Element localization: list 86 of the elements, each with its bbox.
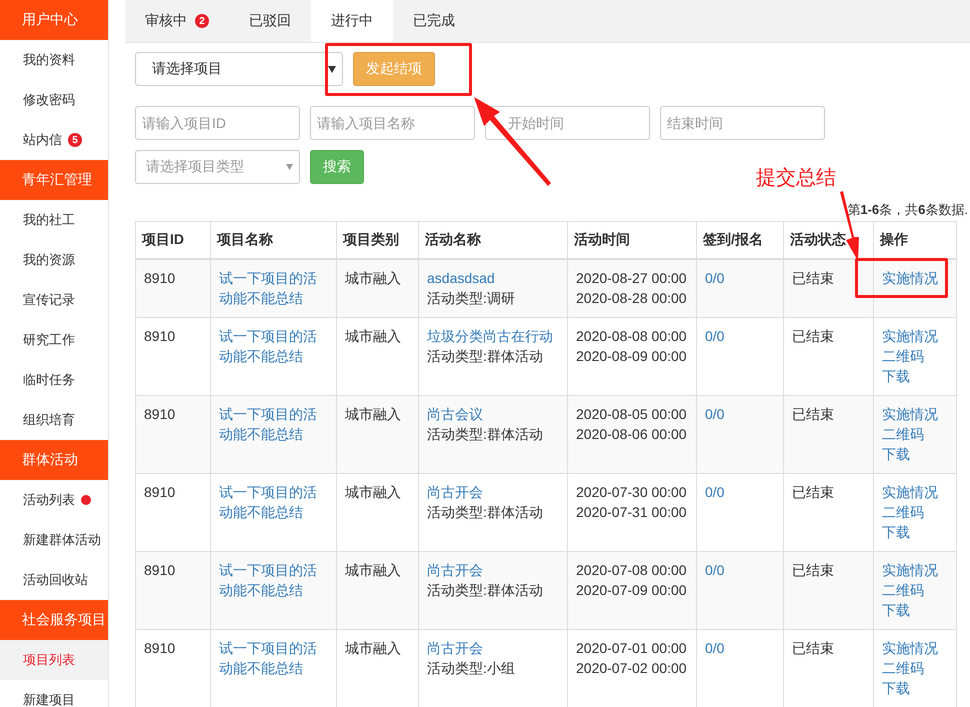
action-link[interactable]: 下载 (882, 444, 910, 464)
action-link[interactable]: 下载 (882, 600, 910, 620)
activity-link[interactable]: 尚古开会 (427, 560, 483, 580)
table-cell-text: 2020-07-31 00:00 (576, 503, 688, 522)
activity-link[interactable]: 尚古开会 (427, 638, 483, 658)
table-cell-text: 2020-08-05 00:00 (576, 405, 688, 424)
table-cell-text: 2020-08-27 00:00 (576, 269, 688, 288)
tab[interactable]: 审核中 2 (125, 0, 229, 42)
project-select[interactable]: 请选择项目 (135, 52, 343, 86)
action-link[interactable]: 二维码 (882, 658, 924, 678)
table-cell-text: 2020-08-09 00:00 (576, 347, 688, 366)
table-cell-text: 城市融入 (345, 405, 402, 424)
action-link[interactable]: 下载 (882, 366, 910, 386)
activity-link[interactable]: 尚古开会 (427, 482, 483, 502)
signup-link[interactable]: 0/0 (705, 638, 724, 658)
table-cell-text: 已结束 (792, 639, 835, 658)
project-type-select[interactable]: 请选择项目类型 (135, 150, 300, 184)
activity-link[interactable]: asdasdsad (427, 268, 495, 288)
table-cell-text: 已结束 (792, 269, 835, 288)
action-link[interactable]: 实施情况 (882, 638, 938, 658)
caret-icon (328, 66, 336, 73)
table-cell-text: 8910 (144, 561, 176, 580)
table-cell-text: 活动类型:群体活动 (427, 581, 544, 600)
search-button[interactable]: 搜索 (310, 150, 364, 184)
table-cell-text: 已结束 (792, 483, 835, 502)
table-cell-text: 城市融入 (345, 561, 402, 580)
table-cell-text: 8910 (144, 639, 176, 658)
sidebar-section-header: 社会服务项目 (0, 600, 108, 640)
table-cell-text: 城市融入 (345, 269, 402, 288)
activity-link[interactable]: 垃圾分类尚古在行动 (427, 326, 553, 346)
table-cell-text: 2020-07-30 00:00 (576, 483, 688, 502)
table-cell-text: 2020-08-06 00:00 (576, 425, 688, 444)
signup-link[interactable]: 0/0 (705, 560, 724, 580)
table-cell-text: 城市融入 (345, 483, 402, 502)
tab[interactable]: 已完成 (393, 0, 475, 42)
table-cell-text: 已结束 (792, 405, 835, 424)
project-name-field[interactable]: 请输入项目名称 (310, 106, 475, 140)
table-cell-text: 8910 (144, 327, 176, 346)
signup-link[interactable]: 0/0 (705, 482, 724, 502)
action-link[interactable]: 二维码 (882, 424, 924, 444)
activity-link[interactable]: 尚古会议 (427, 404, 483, 424)
action-link[interactable]: 二维码 (882, 502, 924, 522)
table-cell-text: 已结束 (792, 327, 835, 346)
table-cell-text: 2020-07-01 00:00 (576, 639, 688, 658)
sidebar-item[interactable]: 项目列表 (0, 640, 108, 680)
table-cell-text: 8910 (144, 483, 176, 502)
action-link[interactable]: 实施情况 (882, 326, 938, 346)
annotation-label: 提交总结 (756, 166, 836, 191)
table-cell-text: 活动类型:小组 (427, 659, 516, 678)
count-badge: 2 (195, 14, 209, 28)
table-cell-text: 2020-08-08 00:00 (576, 327, 688, 346)
action-link[interactable]: 二维码 (882, 580, 924, 600)
table-cell-text: 城市融入 (345, 327, 402, 346)
sidebar-section-header: 用户中心 (0, 0, 108, 40)
table-cell-text: 已结束 (792, 561, 835, 580)
end-time-field[interactable]: 结束时间 (660, 106, 825, 140)
record-count: 第1-6条，共6条数据. (847, 201, 968, 219)
action-link[interactable]: 实施情况 (882, 482, 938, 502)
action-link[interactable]: 实施情况 (882, 560, 938, 580)
table-cell-text: 活动类型:群体活动 (427, 425, 544, 444)
table-cell-text: 活动类型:群体活动 (427, 503, 544, 522)
table-cell-text: 2020-07-09 00:00 (576, 581, 688, 600)
column-header: 操作 (874, 222, 956, 259)
signup-link[interactable]: 0/0 (705, 326, 724, 346)
tab[interactable]: 已驳回 (229, 0, 311, 42)
table-cell-text: 2020-07-02 00:00 (576, 659, 688, 678)
action-link[interactable]: 下载 (882, 522, 910, 542)
sidebar-section-header: 青年汇管理 (0, 160, 108, 200)
table-cell-text: 2020-08-28 00:00 (576, 289, 688, 308)
caret-icon (286, 164, 293, 170)
action-link[interactable]: 实施情况 (882, 404, 938, 424)
action-link[interactable]: 二维码 (882, 346, 924, 366)
count-badge: 5 (68, 133, 82, 147)
signup-link[interactable]: 0/0 (705, 268, 724, 288)
table-cell-text: 8910 (144, 405, 176, 424)
table-cell-text: 城市融入 (345, 639, 402, 658)
signup-link[interactable]: 0/0 (705, 404, 724, 424)
sidebar-section-header: 群体活动 (0, 440, 108, 480)
start-time-field[interactable]: 开始时间 (485, 106, 650, 140)
action-link[interactable]: 下载 (882, 678, 910, 698)
table-cell-text: 活动类型:调研 (427, 289, 516, 308)
table-cell-text: 2020-07-08 00:00 (576, 561, 688, 580)
project-id-field[interactable]: 请输入项目ID (135, 106, 300, 140)
tab[interactable]: 进行中 (311, 0, 393, 42)
table-cell-text: 活动类型:群体活动 (427, 347, 544, 366)
table-cell-text: 8910 (144, 269, 176, 288)
